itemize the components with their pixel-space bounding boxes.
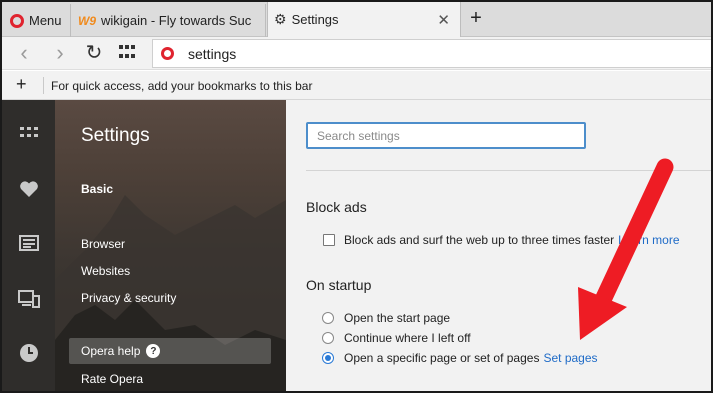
new-tab-button[interactable]: + <box>464 7 488 30</box>
address-field[interactable]: settings <box>152 39 711 68</box>
gear-icon: ⚙ <box>274 11 287 27</box>
search-settings-input[interactable]: Search settings <box>306 122 586 149</box>
back-icon[interactable]: ‹ <box>12 41 36 65</box>
opera-site-icon <box>161 47 174 60</box>
add-bookmark-icon[interactable]: + <box>16 74 27 95</box>
tab-settings-label: Settings <box>291 12 339 27</box>
settings-content: Search settings Block ads Block ads and … <box>286 100 711 391</box>
startup-radio-continue[interactable] <box>322 332 334 344</box>
tab-wikigain[interactable]: W9 wikigain - Fly towards Suc <box>72 4 266 37</box>
close-tab-icon[interactable]: ✕ <box>437 11 450 29</box>
on-startup-heading: On startup <box>306 277 372 293</box>
speed-dial-icon[interactable] <box>18 125 40 145</box>
opera-help-button[interactable]: Opera help ? <box>69 338 271 364</box>
startup-option-label: Continue where I left off <box>344 331 471 345</box>
set-pages-link[interactable]: Set pages <box>543 351 597 365</box>
tab-strip: Menu W9 wikigain - Fly towards Suc ⚙ Set… <box>2 2 711 37</box>
tab-wikigain-label: wikigain - Fly towards Suc <box>101 13 252 28</box>
settings-nav-browser[interactable]: Browser <box>81 237 125 251</box>
news-icon[interactable] <box>18 235 40 255</box>
settings-nav-basic[interactable]: Basic <box>81 182 113 196</box>
block-ads-heading: Block ads <box>306 199 367 215</box>
opera-menu-button[interactable]: Menu <box>2 4 71 37</box>
startup-radio-start-page[interactable] <box>322 312 334 324</box>
block-ads-label: Block ads and surf the web up to three t… <box>344 233 615 247</box>
startup-option-row: Open a specific page or set of pages Set… <box>322 351 598 365</box>
sidebar <box>2 100 55 391</box>
settings-title: Settings <box>81 125 150 146</box>
settings-navigation: Settings Basic Browser Websites Privacy … <box>55 100 286 391</box>
bookmarks-message: For quick access, add your bookmarks to … <box>51 79 313 93</box>
history-clock-icon[interactable] <box>18 343 40 363</box>
menu-label: Menu <box>29 13 62 28</box>
opera-help-label: Opera help <box>81 344 141 358</box>
content-divider <box>306 170 711 171</box>
tab-settings[interactable]: ⚙ Settings ✕ <box>267 2 461 37</box>
address-text: settings <box>188 45 237 62</box>
rate-opera-link[interactable]: Rate Opera <box>81 372 143 386</box>
help-question-icon: ? <box>146 344 161 358</box>
startup-option-row: Open the start page <box>322 311 451 325</box>
settings-nav-privacy[interactable]: Privacy & security <box>81 291 176 305</box>
block-ads-checkbox[interactable] <box>323 234 335 246</box>
devices-icon[interactable] <box>18 290 40 310</box>
speed-dial-grid-icon[interactable] <box>119 45 137 61</box>
bookmarks-divider <box>43 77 44 94</box>
opera-logo-icon <box>10 13 24 28</box>
startup-radio-specific-pages[interactable] <box>322 352 334 364</box>
learn-more-link[interactable]: Learn more <box>618 233 679 247</box>
block-ads-row: Block ads and surf the web up to three t… <box>323 233 680 247</box>
search-placeholder: Search settings <box>317 128 400 143</box>
address-toolbar: ‹ › ↻ settings <box>2 37 711 70</box>
startup-option-label: Open the start page <box>344 311 451 325</box>
startup-option-row: Continue where I left off <box>322 331 471 345</box>
wikigain-favicon-icon: W9 <box>78 13 96 28</box>
forward-icon[interactable]: › <box>48 41 72 65</box>
bookmarks-bar: + For quick access, add your bookmarks t… <box>2 71 711 100</box>
heart-icon[interactable] <box>18 180 40 200</box>
startup-option-label: Open a specific page or set of pages <box>344 351 540 365</box>
settings-nav-websites[interactable]: Websites <box>81 264 130 278</box>
reload-icon[interactable]: ↻ <box>82 41 106 65</box>
browser-window: Menu W9 wikigain - Fly towards Suc ⚙ Set… <box>0 0 713 393</box>
